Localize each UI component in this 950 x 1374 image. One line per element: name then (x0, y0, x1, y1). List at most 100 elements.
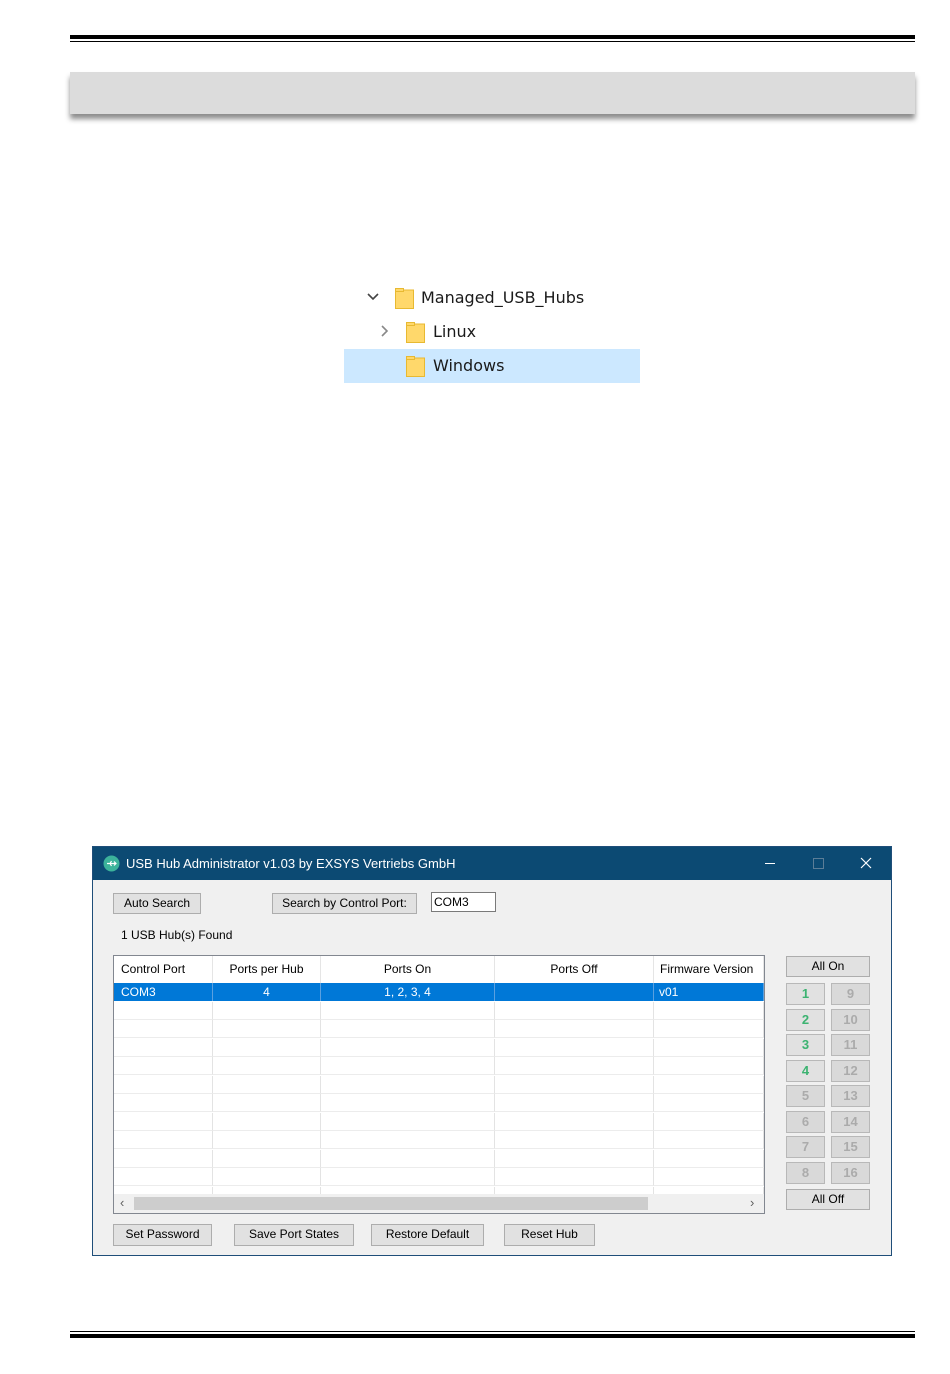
empty-cell (321, 1094, 495, 1112)
scroll-right-icon[interactable]: › (750, 1195, 754, 1210)
empty-cell (114, 1020, 213, 1038)
empty-cell (495, 1020, 654, 1038)
maximize-icon (813, 858, 824, 869)
hubs-found-label: 1 USB Hub(s) Found (121, 928, 233, 942)
empty-cell (213, 1038, 321, 1057)
empty-cell (114, 1075, 213, 1094)
empty-table-row[interactable] (114, 1131, 764, 1149)
column-header-control-port[interactable]: Control Port (114, 956, 213, 983)
empty-table-row[interactable] (114, 1001, 764, 1020)
empty-cell (321, 1057, 495, 1075)
empty-table-row[interactable] (114, 1038, 764, 1057)
empty-cell (654, 1038, 764, 1057)
empty-cell (654, 1149, 764, 1168)
top-rule-thin (70, 41, 915, 42)
empty-cell (114, 1131, 213, 1149)
cell-ports-per-hub: 4 (213, 983, 321, 1001)
empty-cell (321, 1038, 495, 1057)
tree-item-label: Linux (433, 322, 477, 341)
chevron-down-icon[interactable] (366, 290, 380, 304)
scrollbar-thumb[interactable] (134, 1197, 648, 1210)
tree-item-windows[interactable]: Windows (344, 349, 640, 383)
header-bar (70, 72, 915, 114)
empty-cell (213, 1001, 321, 1020)
port-6-button[interactable]: 6 (786, 1110, 825, 1133)
port-4-button[interactable]: 4 (786, 1059, 825, 1082)
column-header-ports-per-hub[interactable]: Ports per Hub (213, 956, 321, 983)
scroll-left-icon[interactable]: ‹ (120, 1195, 124, 1210)
empty-table-row[interactable] (114, 1149, 764, 1168)
port-5-button[interactable]: 5 (786, 1085, 825, 1107)
chevron-right-icon[interactable] (378, 324, 392, 338)
empty-cell (213, 1112, 321, 1131)
close-icon (860, 857, 872, 869)
empty-cell (321, 1168, 495, 1186)
port-8-button[interactable]: 8 (786, 1161, 825, 1184)
set-password-button[interactable]: Set Password (113, 1224, 212, 1246)
column-header-ports-off[interactable]: Ports Off (495, 956, 654, 983)
search-by-control-port-button[interactable]: Search by Control Port: (272, 893, 417, 914)
empty-cell (495, 1094, 654, 1112)
empty-table-row[interactable] (114, 1094, 764, 1112)
cell-control-port: COM3 (114, 983, 213, 1001)
empty-cell (654, 1168, 764, 1186)
port-9-button[interactable]: 9 (831, 983, 870, 1005)
all-off-button[interactable]: All Off (786, 1189, 870, 1210)
column-header-firmware-version[interactable]: Firmware Version (654, 956, 764, 983)
empty-cell (321, 1075, 495, 1094)
empty-table-row[interactable] (114, 1057, 764, 1075)
empty-table-row[interactable] (114, 1075, 764, 1094)
empty-cell (495, 1057, 654, 1075)
title-bar: USB Hub Administrator v1.03 by EXSYS Ver… (93, 847, 891, 880)
empty-cell (654, 1001, 764, 1020)
reset-hub-button[interactable]: Reset Hub (504, 1224, 595, 1246)
save-port-states-button[interactable]: Save Port States (234, 1224, 354, 1246)
port-13-button[interactable]: 13 (831, 1085, 870, 1107)
empty-cell (495, 1112, 654, 1131)
folder-icon (395, 288, 414, 309)
port-7-button[interactable]: 7 (786, 1136, 825, 1158)
port-1-button[interactable]: 1 (786, 983, 825, 1005)
port-12-button[interactable]: 12 (831, 1059, 870, 1082)
empty-cell (213, 1020, 321, 1038)
port-3-button[interactable]: 3 (786, 1034, 825, 1056)
empty-cell (114, 1112, 213, 1131)
empty-cell (114, 1057, 213, 1075)
folder-icon (406, 322, 425, 343)
all-on-button[interactable]: All On (786, 956, 870, 977)
empty-cell (114, 1094, 213, 1112)
empty-cell (213, 1075, 321, 1094)
minimize-icon (765, 863, 775, 864)
column-header-ports-on[interactable]: Ports On (321, 956, 495, 983)
port-15-button[interactable]: 15 (831, 1136, 870, 1158)
restore-default-button[interactable]: Restore Default (371, 1224, 484, 1246)
port-2-button[interactable]: 2 (786, 1008, 825, 1031)
empty-cell (213, 1149, 321, 1168)
empty-cell (213, 1168, 321, 1186)
tree-item-linux[interactable]: Linux (344, 315, 640, 349)
empty-cell (654, 1075, 764, 1094)
hub-table[interactable]: Control Port Ports per Hub Ports On Port… (113, 955, 765, 1214)
port-14-button[interactable]: 14 (831, 1110, 870, 1133)
table-row[interactable]: COM3 4 1, 2, 3, 4 v01 (114, 983, 764, 1001)
empty-cell (321, 1020, 495, 1038)
port-11-button[interactable]: 11 (831, 1034, 870, 1056)
port-10-button[interactable]: 10 (831, 1008, 870, 1031)
minimize-button[interactable] (747, 847, 793, 880)
empty-table-row[interactable] (114, 1020, 764, 1038)
port-16-button[interactable]: 16 (831, 1161, 870, 1184)
empty-cell (321, 1001, 495, 1020)
tree-item-managed-usb-hubs[interactable]: Managed_USB_Hubs (344, 281, 640, 315)
close-button[interactable] (843, 847, 889, 880)
horizontal-scrollbar[interactable]: ‹ › (114, 1194, 764, 1213)
empty-table-row[interactable] (114, 1112, 764, 1131)
usb-hub-admin-window: USB Hub Administrator v1.03 by EXSYS Ver… (92, 846, 892, 1256)
empty-cell (321, 1149, 495, 1168)
window-title: USB Hub Administrator v1.03 by EXSYS Ver… (126, 856, 456, 871)
empty-cell (114, 1149, 213, 1168)
maximize-button[interactable] (795, 847, 841, 880)
empty-table-row[interactable] (114, 1168, 764, 1186)
auto-search-button[interactable]: Auto Search (113, 893, 201, 914)
empty-cell (495, 1001, 654, 1020)
control-port-input[interactable]: COM3 (431, 892, 496, 912)
